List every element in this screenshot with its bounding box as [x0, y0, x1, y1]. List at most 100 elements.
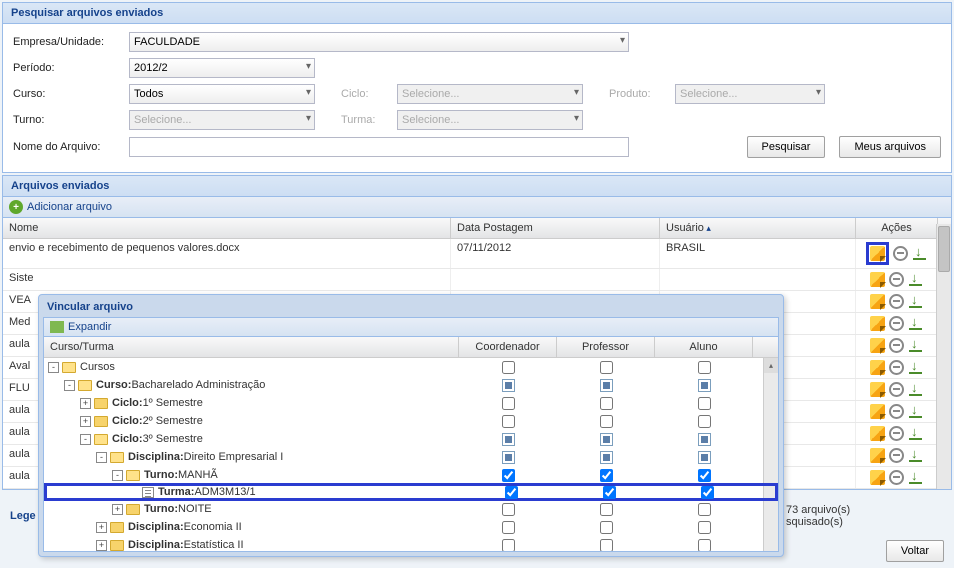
remove-icon[interactable]: [889, 448, 904, 463]
edit-icon[interactable]: [870, 360, 885, 375]
checkbox[interactable]: [600, 397, 613, 410]
expand-icon[interactable]: +: [96, 522, 107, 533]
grid-scrollbar[interactable]: [936, 224, 951, 489]
edit-icon[interactable]: [870, 448, 885, 463]
tree-row[interactable]: -Cursos: [44, 358, 778, 376]
table-row[interactable]: Siste: [3, 269, 951, 291]
tcol-professor[interactable]: Professor: [557, 337, 655, 357]
pesquisar-button[interactable]: Pesquisar: [747, 136, 826, 158]
add-icon[interactable]: +: [9, 200, 23, 214]
nome-arquivo-input[interactable]: [129, 137, 629, 157]
checkbox[interactable]: [698, 521, 711, 534]
download-icon[interactable]: [908, 404, 923, 419]
checkbox[interactable]: [698, 361, 711, 374]
checkbox[interactable]: [600, 503, 613, 516]
col-acoes[interactable]: Ações: [856, 218, 938, 238]
tree-row[interactable]: -Curso:Bacharelado Administração: [44, 376, 778, 394]
collapse-icon[interactable]: -: [64, 380, 75, 391]
col-nome[interactable]: Nome: [3, 218, 451, 238]
edit-icon[interactable]: [870, 470, 885, 485]
edit-icon[interactable]: [870, 294, 885, 309]
collapse-icon[interactable]: -: [96, 452, 107, 463]
remove-icon[interactable]: [893, 246, 908, 261]
collapse-icon[interactable]: -: [80, 434, 91, 445]
expand-icon[interactable]: +: [80, 416, 91, 427]
edit-icon[interactable]: [870, 338, 885, 353]
download-icon[interactable]: [908, 426, 923, 441]
checkbox[interactable]: [502, 415, 515, 428]
download-icon[interactable]: [908, 360, 923, 375]
download-icon[interactable]: [908, 382, 923, 397]
remove-icon[interactable]: [889, 470, 904, 485]
tree-row[interactable]: Turma:ADM3M13/1: [44, 483, 778, 501]
tree-scrollbar[interactable]: ▴: [763, 358, 778, 551]
checkbox[interactable]: [502, 469, 515, 482]
tree-row[interactable]: +Turno:NOITE: [44, 500, 778, 518]
add-file-link[interactable]: Adicionar arquivo: [27, 201, 112, 213]
remove-icon[interactable]: [889, 272, 904, 287]
checkbox[interactable]: [502, 539, 515, 552]
checkbox[interactable]: [502, 433, 515, 446]
empresa-select[interactable]: [129, 32, 629, 52]
tree-row[interactable]: +Disciplina:Estatística II: [44, 536, 778, 551]
expand-icon[interactable]: +: [96, 540, 107, 551]
tree-row[interactable]: -Disciplina:Direito Empresarial I: [44, 448, 778, 466]
checkbox[interactable]: [502, 451, 515, 464]
checkbox[interactable]: [698, 539, 711, 552]
remove-icon[interactable]: [889, 316, 904, 331]
checkbox[interactable]: [698, 397, 711, 410]
download-icon[interactable]: [908, 470, 923, 485]
tree-row[interactable]: -Turno:MANHÃ: [44, 466, 778, 484]
checkbox[interactable]: [701, 486, 714, 499]
checkbox[interactable]: [600, 539, 613, 552]
voltar-button[interactable]: Voltar: [886, 540, 944, 562]
remove-icon[interactable]: [889, 360, 904, 375]
tcol-curso-turma[interactable]: Curso/Turma: [44, 337, 459, 357]
download-icon[interactable]: [908, 316, 923, 331]
col-usuario[interactable]: Usuário: [660, 218, 856, 238]
remove-icon[interactable]: [889, 338, 904, 353]
expand-icon[interactable]: [50, 321, 64, 333]
expand-link[interactable]: Expandir: [68, 321, 111, 333]
checkbox[interactable]: [600, 469, 613, 482]
checkbox[interactable]: [502, 397, 515, 410]
checkbox[interactable]: [502, 521, 515, 534]
checkbox[interactable]: [698, 503, 711, 516]
curso-select[interactable]: [129, 84, 315, 104]
meus-arquivos-button[interactable]: Meus arquivos: [839, 136, 941, 158]
edit-icon[interactable]: [870, 404, 885, 419]
collapse-icon[interactable]: -: [112, 470, 123, 481]
periodo-select[interactable]: [129, 58, 315, 78]
expand-icon[interactable]: +: [112, 504, 123, 515]
col-data[interactable]: Data Postagem: [451, 218, 660, 238]
remove-icon[interactable]: [889, 294, 904, 309]
tcol-coordenador[interactable]: Coordenador: [459, 337, 557, 357]
checkbox[interactable]: [600, 521, 613, 534]
checkbox[interactable]: [505, 486, 518, 499]
tree-row[interactable]: +Ciclo:2º Semestre: [44, 412, 778, 430]
checkbox[interactable]: [698, 433, 711, 446]
checkbox[interactable]: [600, 415, 613, 428]
download-icon[interactable]: [908, 294, 923, 309]
checkbox[interactable]: [502, 379, 515, 392]
edit-icon[interactable]: [870, 246, 885, 261]
checkbox[interactable]: [502, 361, 515, 374]
tree-row[interactable]: +Ciclo:1º Semestre: [44, 394, 778, 412]
checkbox[interactable]: [600, 433, 613, 446]
checkbox[interactable]: [603, 486, 616, 499]
remove-icon[interactable]: [889, 426, 904, 441]
download-icon[interactable]: [908, 272, 923, 287]
checkbox[interactable]: [600, 379, 613, 392]
edit-icon[interactable]: [870, 426, 885, 441]
download-icon[interactable]: [912, 246, 927, 261]
collapse-icon[interactable]: -: [48, 362, 59, 373]
edit-icon[interactable]: [870, 382, 885, 397]
checkbox[interactable]: [698, 451, 711, 464]
download-icon[interactable]: [908, 338, 923, 353]
checkbox[interactable]: [600, 451, 613, 464]
checkbox[interactable]: [698, 469, 711, 482]
checkbox[interactable]: [698, 379, 711, 392]
tree-row[interactable]: -Ciclo:3º Semestre: [44, 430, 778, 448]
checkbox[interactable]: [600, 361, 613, 374]
checkbox[interactable]: [698, 415, 711, 428]
